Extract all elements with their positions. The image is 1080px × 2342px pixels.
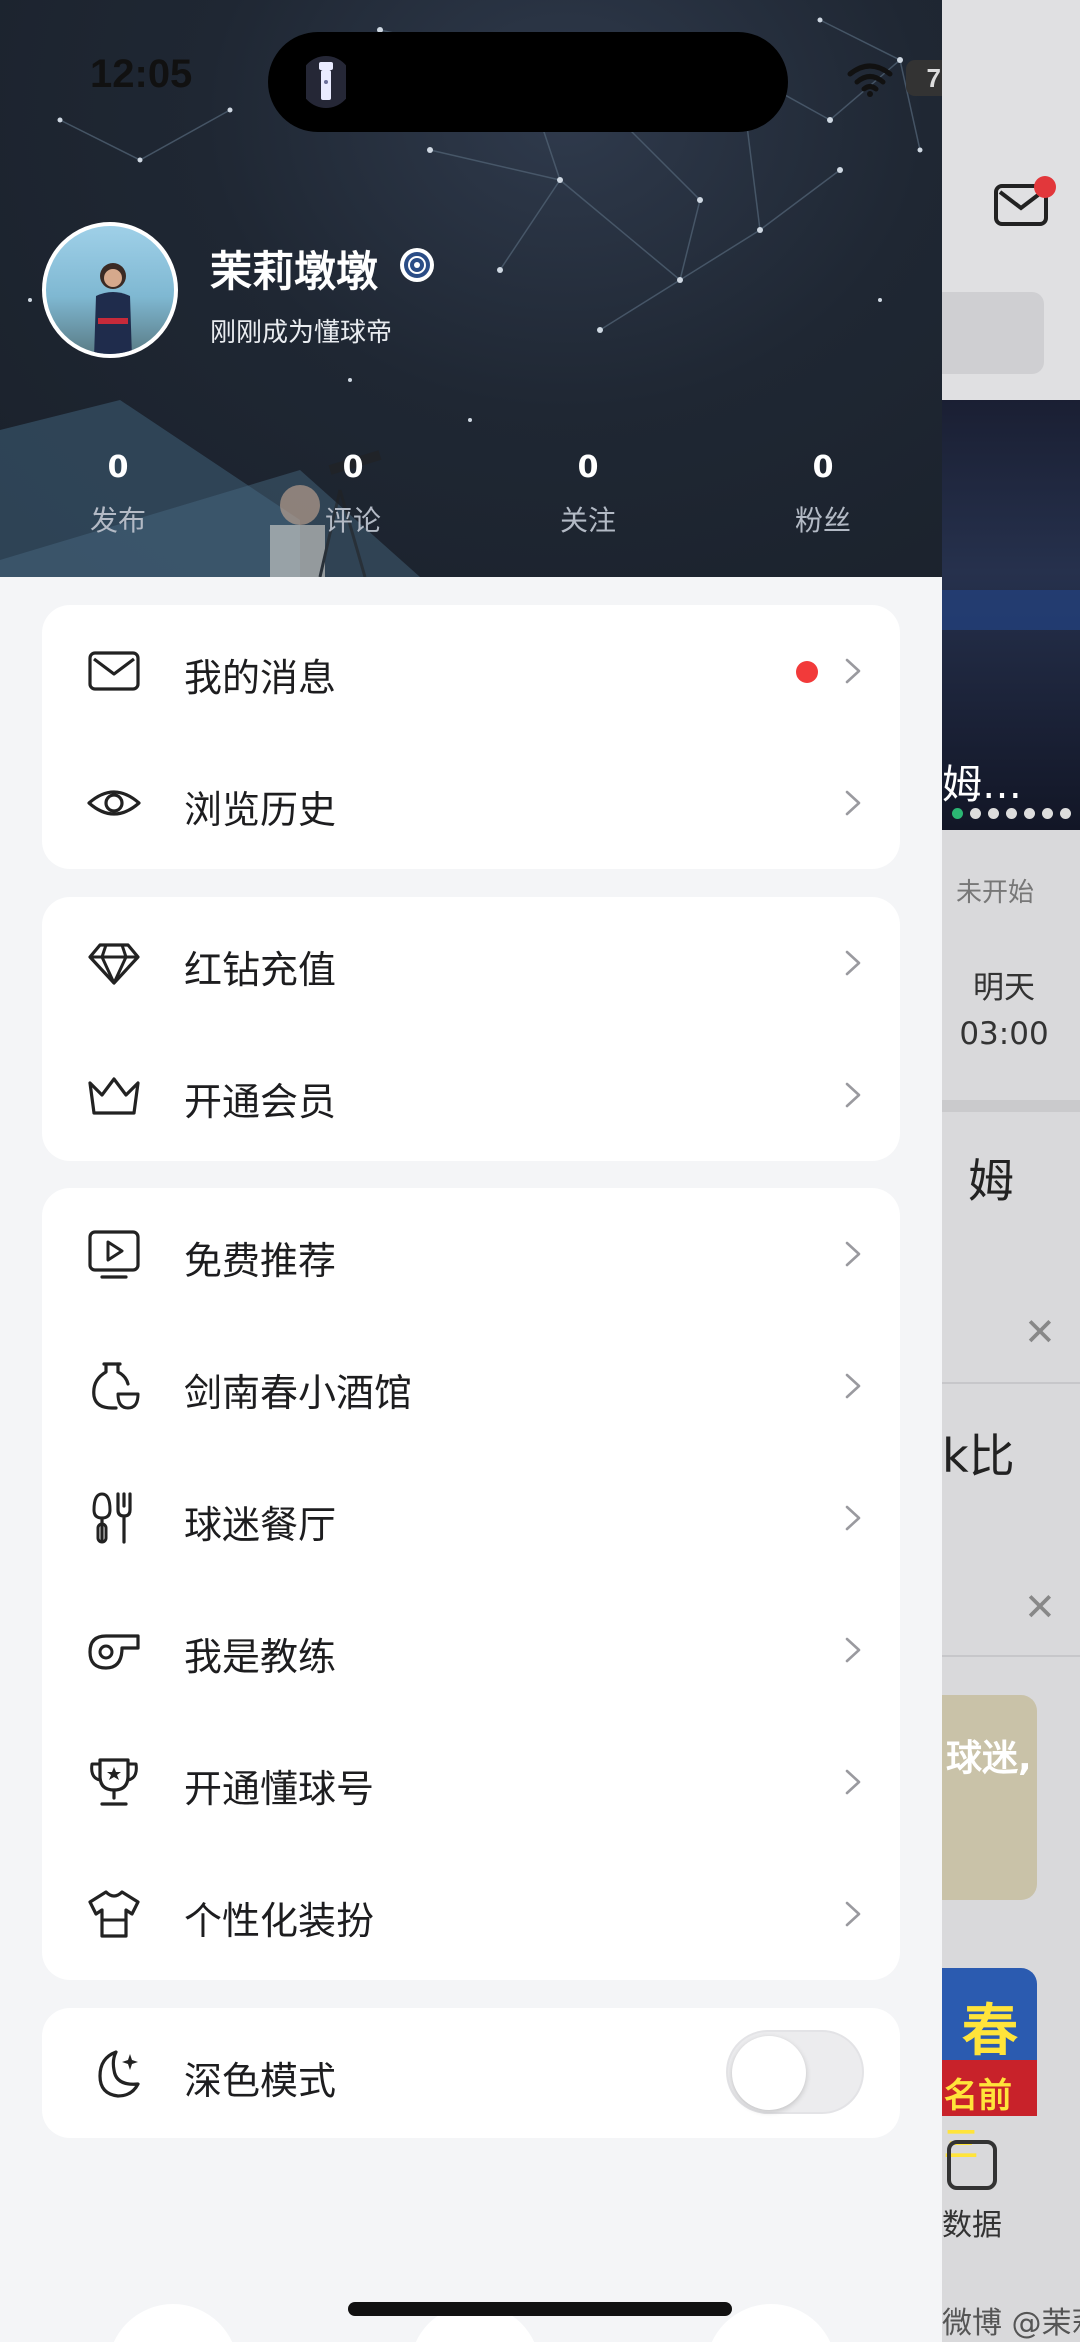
menu-item-dark-mode: 深色模式 — [42, 2008, 900, 2138]
dark-mode-toggle[interactable] — [726, 2030, 864, 2114]
wifi-icon — [847, 63, 893, 97]
background-hero-image: 姆… — [942, 400, 1080, 830]
menu-group-vip: 红钻充值 开通会员 — [42, 897, 900, 1161]
chevron-right-icon — [845, 1769, 861, 1795]
dynamic-island — [268, 32, 788, 132]
video-screen-icon — [88, 1230, 140, 1279]
wine-jar-icon — [92, 1362, 140, 1410]
chevron-right-icon — [845, 950, 861, 976]
headline-2: k比 — [942, 1429, 1015, 1483]
avatar-person — [94, 263, 132, 354]
moon-icon — [98, 2050, 140, 2098]
menu-group-dark-mode: 深色模式 — [42, 2008, 900, 2138]
chevron-right-icon — [845, 1505, 861, 1531]
username[interactable]: 茉莉墩墩 — [210, 238, 378, 299]
menu-group-messages: 我的消息 浏览历史 — [42, 605, 900, 869]
menu-item-free-recommend[interactable]: 免费推荐 — [42, 1188, 900, 1320]
menu-item-recharge[interactable]: 红钻充值 — [42, 897, 900, 1029]
chevron-right-icon — [845, 1901, 861, 1927]
trophy-icon — [90, 1758, 138, 1806]
menu-item-open-account[interactable]: 开通懂球号 — [42, 1716, 900, 1848]
background-card-1: 球迷, — [942, 1695, 1037, 1900]
background-app: 姆… 未开始 明天 03:00 姆 ✕ k比 ✕ 球迷, 春 名前三 数据 微博… — [942, 0, 1080, 2342]
chevron-right-icon — [845, 1637, 861, 1663]
stat-following[interactable]: 0 关注 — [508, 450, 668, 539]
whistle-icon — [88, 1634, 140, 1670]
match-status: 未开始 — [956, 878, 1035, 908]
cutlery-icon — [92, 1492, 132, 1544]
hero-text: 姆… — [942, 762, 1022, 808]
avatar[interactable] — [42, 222, 178, 358]
chevron-right-icon — [845, 790, 861, 816]
chevron-right-icon — [845, 1241, 861, 1267]
data-tab-label: 数据 — [942, 2208, 1002, 2243]
carousel-dots — [952, 808, 1071, 819]
close-icon: ✕ — [1024, 1585, 1056, 1629]
status-bar-time: 12:05 — [90, 52, 193, 96]
stat-followers[interactable]: 0 粉丝 — [743, 450, 903, 539]
notification-dot — [1034, 176, 1056, 198]
menu-item-membership[interactable]: 开通会员 — [42, 1029, 900, 1161]
diamond-icon — [88, 943, 140, 985]
flashlight-icon — [306, 56, 346, 108]
profile-header: 12:05 71 茉莉墩墩 — [0, 0, 942, 577]
data-icon — [947, 2140, 997, 2190]
background-search-bar — [942, 292, 1044, 374]
chevron-right-icon — [845, 1082, 861, 1108]
watermark: 微博 @茉莉 — [942, 2306, 1080, 2341]
battery-indicator: 71 — [906, 60, 942, 96]
tshirt-icon — [88, 1890, 140, 1938]
menu-item-coach[interactable]: 我是教练 — [42, 1584, 900, 1716]
home-indicator[interactable] — [348, 2302, 732, 2316]
menu-item-history[interactable]: 浏览历史 — [42, 737, 900, 869]
menu-item-tavern[interactable]: 剑南春小酒馆 — [42, 1320, 900, 1452]
menu-item-messages[interactable]: 我的消息 — [42, 605, 900, 737]
toggle-knob — [732, 2036, 806, 2110]
unread-dot — [796, 661, 818, 683]
close-icon: ✕ — [1024, 1310, 1056, 1354]
verified-badge-icon — [400, 248, 434, 282]
profile-stats: 0 发布 0 评论 0 关注 0 粉丝 — [0, 450, 942, 560]
menu-group-services: 免费推荐 剑南春小酒馆 球迷餐厅 我是教练 开通懂球号 个性化装扮 — [42, 1188, 900, 1980]
mail-icon — [88, 651, 140, 691]
match-time: 明天 03:00 — [959, 970, 1049, 1052]
eye-icon — [87, 790, 141, 816]
side-drawer: 12:05 71 茉莉墩墩 — [0, 0, 942, 2342]
chevron-right-icon — [845, 658, 861, 684]
chevron-right-icon — [845, 1373, 861, 1399]
stat-comments[interactable]: 0 评论 — [273, 450, 433, 539]
profile-subtitle: 刚刚成为懂球帝 — [210, 318, 393, 348]
headline-1: 姆 — [968, 1154, 1014, 1208]
menu-item-restaurant[interactable]: 球迷餐厅 — [42, 1452, 900, 1584]
crown-icon — [88, 1077, 140, 1115]
stat-posts[interactable]: 0 发布 — [38, 450, 198, 539]
background-card-2: 春 名前三 — [942, 1968, 1037, 2165]
menu-item-dress-up[interactable]: 个性化装扮 — [42, 1848, 900, 1980]
